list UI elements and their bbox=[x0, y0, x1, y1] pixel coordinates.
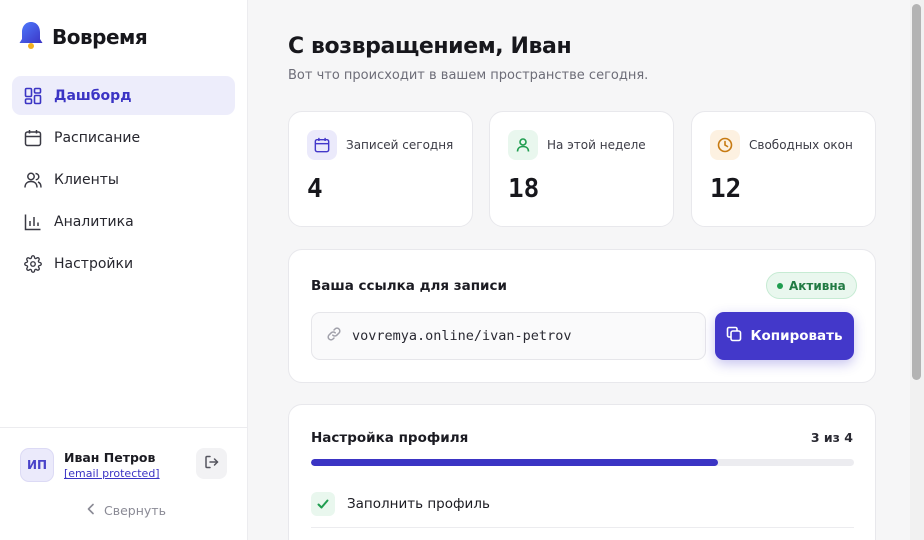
user-icon bbox=[508, 130, 538, 160]
collapse-label: Свернуть bbox=[104, 503, 166, 518]
chevron-left-icon bbox=[86, 503, 96, 518]
sidebar-item-label: Клиенты bbox=[54, 171, 119, 188]
sidebar-item-analytics[interactable]: Аналитика bbox=[12, 202, 235, 241]
user-card[interactable]: ИП Иван Петров [email protected] bbox=[20, 448, 160, 482]
link-icon bbox=[326, 326, 342, 346]
clock-icon bbox=[710, 130, 740, 160]
avatar: ИП bbox=[20, 448, 54, 482]
sidebar-item-label: Расписание bbox=[54, 129, 141, 146]
stat-label: На этой неделе bbox=[547, 138, 646, 152]
stat-card-free-slots: Свободных окон 12 bbox=[691, 111, 876, 227]
scrollbar[interactable] bbox=[910, 0, 924, 540]
brand[interactable]: Вовремя bbox=[18, 20, 148, 54]
calendar-icon bbox=[307, 130, 337, 160]
profile-progress-bar bbox=[311, 459, 854, 466]
sidebar-item-clients[interactable]: Клиенты bbox=[12, 160, 235, 199]
status-badge-label: Активна bbox=[789, 278, 846, 293]
profile-setup-progress-text: 3 из 4 bbox=[810, 430, 853, 445]
page-subtitle: Вот что происходит в вашем пространстве … bbox=[288, 68, 649, 83]
logout-icon bbox=[204, 454, 220, 474]
stat-value: 4 bbox=[307, 174, 323, 204]
copy-icon bbox=[726, 326, 742, 346]
stat-card-today: Записей сегодня 4 bbox=[288, 111, 473, 227]
checklist-item-label: Заполнить профиль bbox=[347, 495, 490, 512]
status-badge: Активна bbox=[766, 272, 857, 299]
sidebar-item-label: Аналитика bbox=[54, 213, 134, 230]
stat-label: Свободных окон bbox=[749, 138, 853, 152]
bell-logo-icon bbox=[18, 20, 44, 54]
status-dot-icon bbox=[777, 282, 783, 289]
stat-label: Записей сегодня bbox=[346, 138, 454, 152]
brand-name: Вовремя bbox=[52, 25, 148, 49]
booking-link-title: Ваша ссылка для записи bbox=[311, 278, 507, 294]
page-title: С возвращением, Иван bbox=[288, 34, 572, 59]
sidebar-item-schedule[interactable]: Расписание bbox=[12, 118, 235, 157]
logout-button[interactable] bbox=[196, 448, 227, 479]
copy-button-label: Копировать bbox=[750, 328, 843, 344]
stat-value: 18 bbox=[508, 174, 540, 204]
sidebar: Вовремя Дашборд Расписание Клиенты Анали… bbox=[0, 0, 248, 540]
dashboard-icon bbox=[24, 87, 42, 105]
user-name: Иван Петров bbox=[64, 450, 156, 465]
main-content: С возвращением, Иван Вот что происходит … bbox=[248, 0, 914, 540]
booking-url-field[interactable]: vovremya.online/ivan-petrov bbox=[311, 312, 706, 360]
calendar-icon bbox=[24, 129, 42, 147]
checkmark-icon bbox=[311, 491, 335, 516]
sidebar-item-dashboard[interactable]: Дашборд bbox=[12, 76, 235, 115]
scrollbar-thumb[interactable] bbox=[912, 4, 921, 380]
copy-link-button[interactable]: Копировать bbox=[715, 312, 854, 360]
stat-value: 12 bbox=[710, 174, 742, 204]
profile-setup-card: Настройка профиля 3 из 4 Заполнить профи… bbox=[288, 404, 876, 540]
gear-icon bbox=[24, 254, 42, 273]
stat-card-week: На этой неделе 18 bbox=[489, 111, 674, 227]
collapse-sidebar-button[interactable]: Свернуть bbox=[86, 503, 166, 518]
users-icon bbox=[24, 171, 42, 189]
booking-link-card: Ваша ссылка для записи Активна vovremya.… bbox=[288, 249, 876, 383]
sidebar-item-settings[interactable]: Настройки bbox=[12, 244, 235, 283]
profile-progress-fill bbox=[311, 459, 719, 466]
user-info: Иван Петров [email protected] bbox=[64, 450, 160, 480]
sidebar-item-label: Настройки bbox=[54, 255, 134, 272]
booking-url: vovremya.online/ivan-petrov bbox=[352, 328, 572, 344]
profile-setup-title: Настройка профиля bbox=[311, 430, 469, 446]
chart-icon bbox=[24, 213, 42, 231]
checklist-item[interactable]: Заполнить профиль bbox=[311, 491, 854, 528]
sidebar-nav: Дашборд Расписание Клиенты Аналитика Нас… bbox=[12, 76, 235, 286]
user-email[interactable]: [email protected] bbox=[64, 467, 160, 480]
sidebar-footer: ИП Иван Петров [email protected] Свернут… bbox=[0, 427, 247, 540]
sidebar-item-label: Дашборд bbox=[54, 87, 132, 104]
